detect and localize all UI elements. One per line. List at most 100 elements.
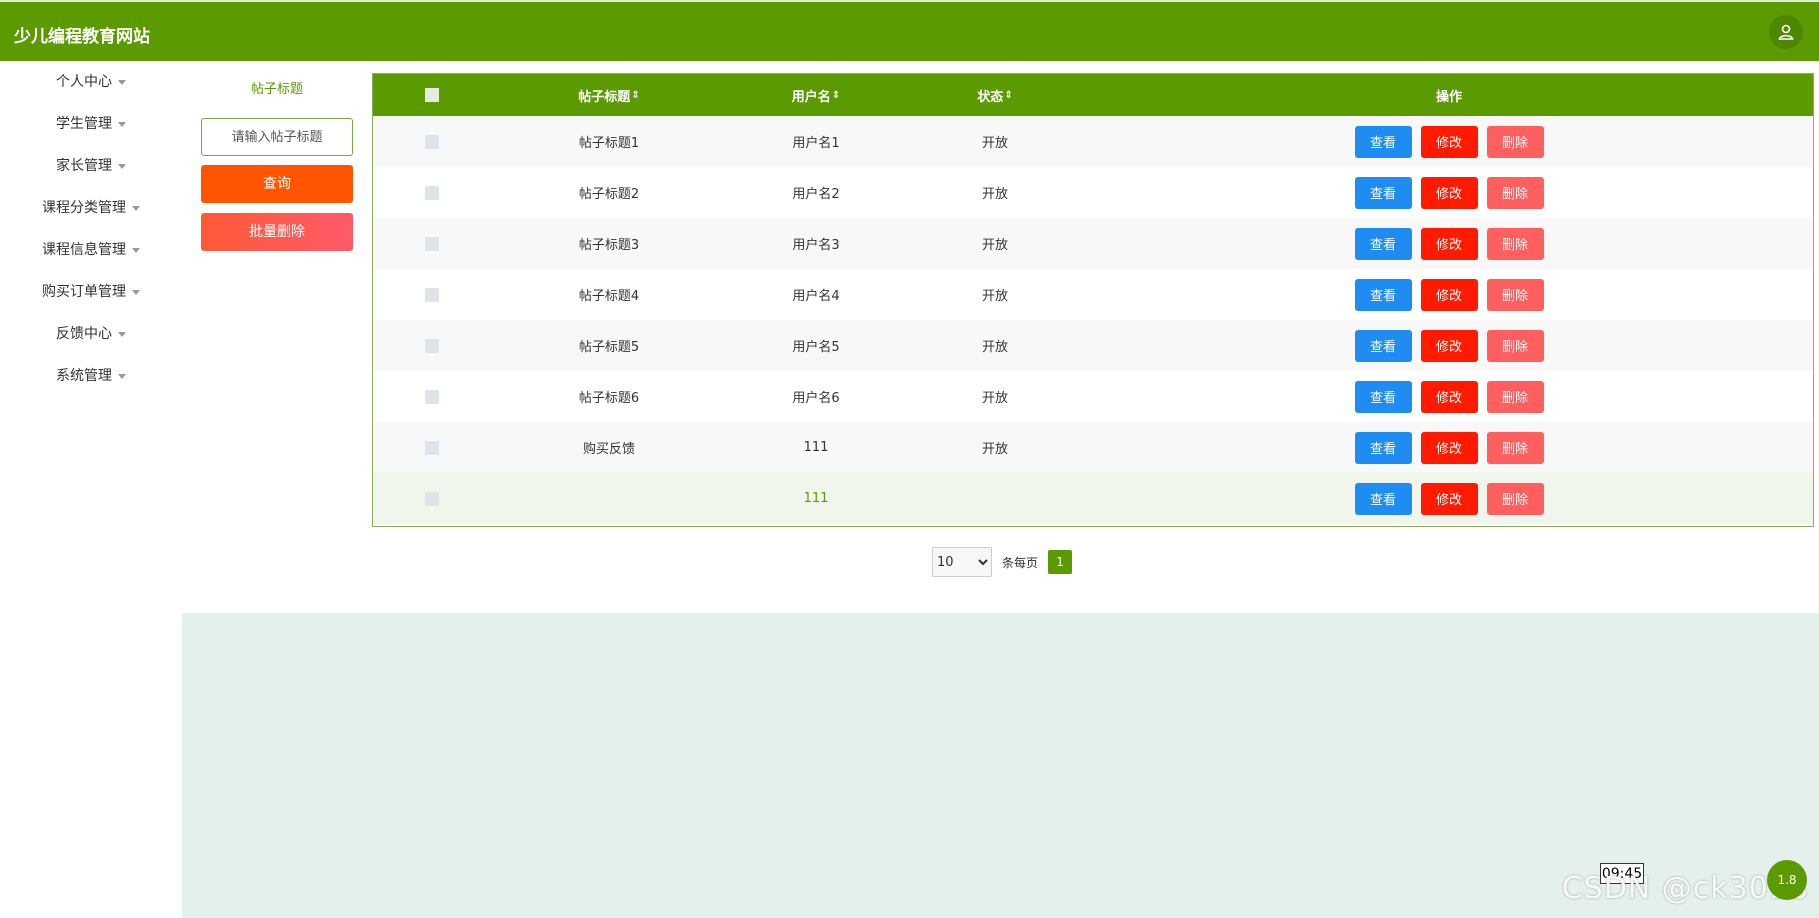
table-row: 帖子标题1 用户名1 开放 查看 修改 删除: [373, 116, 1813, 167]
sidebar-item-course-info[interactable]: 课程信息管理: [0, 229, 182, 271]
view-button[interactable]: 查看: [1354, 227, 1412, 260]
cell-title: 帖子标题2: [578, 187, 640, 202]
cell-username: 用户名1: [792, 136, 840, 151]
sidebar-item-course-category[interactable]: 课程分类管理: [0, 187, 182, 229]
cell-status: 开放: [981, 187, 1008, 202]
row-checkbox[interactable]: [425, 491, 439, 506]
caret-down-icon: [132, 289, 140, 295]
edit-button[interactable]: 修改: [1420, 380, 1478, 413]
cell-status: [905, 473, 1085, 524]
sort-icon: ⇕: [1004, 89, 1013, 101]
delete-button[interactable]: 删除: [1486, 176, 1544, 209]
sidebar-item-personal-center[interactable]: 个人中心: [0, 61, 182, 103]
table-row: 111 查看 修改 删除: [373, 473, 1813, 524]
row-checkbox[interactable]: [425, 440, 439, 455]
user-icon: [1778, 24, 1794, 40]
caret-down-icon: [132, 247, 140, 253]
sidebar-item-parent-management[interactable]: 家长管理: [0, 145, 182, 187]
table-row: 购买反馈 111 开放 查看 修改 删除: [373, 422, 1813, 473]
edit-button[interactable]: 修改: [1420, 176, 1478, 209]
page-1-button[interactable]: 1: [1048, 550, 1073, 574]
caret-down-icon: [118, 331, 126, 337]
caret-down-icon: [132, 205, 140, 211]
cell-username: 111: [803, 491, 829, 506]
view-button[interactable]: 查看: [1354, 431, 1412, 464]
delete-button[interactable]: 删除: [1486, 431, 1544, 464]
delete-button[interactable]: 删除: [1486, 329, 1544, 362]
view-button[interactable]: 查看: [1354, 329, 1412, 362]
query-button[interactable]: 查询: [201, 165, 353, 203]
sidebar-item-system-management[interactable]: 系统管理: [0, 355, 182, 397]
table-row: 帖子标题2 用户名2 开放 查看 修改 删除: [373, 167, 1813, 218]
cell-title: 帖子标题1: [578, 136, 640, 151]
caret-down-icon: [118, 79, 126, 85]
cell-title: 帖子标题3: [578, 238, 640, 253]
sidebar-menu: 个人中心 学生管理 家长管理 课程分类管理 课程信息管理 购买订单管理 反馈中心…: [0, 61, 182, 397]
sidebar-item-purchase-orders[interactable]: 购买订单管理: [0, 271, 182, 313]
filter-label: 帖子标题: [250, 82, 303, 97]
view-button[interactable]: 查看: [1354, 380, 1412, 413]
cell-title: 帖子标题5: [578, 340, 640, 355]
cell-title: 购买反馈: [582, 442, 635, 457]
cell-status: 开放: [981, 136, 1008, 151]
table-row: 帖子标题4 用户名4 开放 查看 修改 删除: [373, 269, 1813, 320]
table-row: 帖子标题3 用户名3 开放 查看 修改 删除: [373, 218, 1813, 269]
row-checkbox[interactable]: [425, 389, 439, 404]
view-button[interactable]: 查看: [1354, 482, 1412, 515]
table-row: 帖子标题5 用户名5 开放 查看 修改 删除: [373, 320, 1813, 371]
delete-button[interactable]: 删除: [1486, 125, 1544, 158]
cell-title: 帖子标题4: [578, 289, 640, 304]
table-header: 帖子标题 ⇕ 用户名 ⇕ 状态 ⇕ 操作: [373, 74, 1813, 116]
edit-button[interactable]: 修改: [1420, 431, 1478, 464]
cell-status: 开放: [981, 289, 1008, 304]
caret-down-icon: [118, 121, 126, 127]
pagination: 10 条每页 1: [932, 547, 1073, 577]
view-button[interactable]: 查看: [1354, 278, 1412, 311]
row-checkbox[interactable]: [425, 338, 439, 353]
column-header-actions: 操作: [1435, 89, 1462, 105]
batch-delete-button[interactable]: 批量删除: [201, 213, 353, 251]
edit-button[interactable]: 修改: [1420, 227, 1478, 260]
caret-down-icon: [118, 373, 126, 379]
delete-button[interactable]: 删除: [1486, 380, 1544, 413]
delete-button[interactable]: 删除: [1486, 278, 1544, 311]
back-to-top-button[interactable]: 1.8: [1767, 860, 1807, 900]
page-size-select[interactable]: 10: [932, 547, 992, 577]
per-page-label: 条每页: [1002, 555, 1039, 570]
cell-username: 用户名2: [792, 187, 840, 202]
post-title-search-input[interactable]: [201, 118, 353, 156]
view-button[interactable]: 查看: [1354, 176, 1412, 209]
column-header-username[interactable]: 用户名 ⇕: [727, 74, 905, 116]
edit-button[interactable]: 修改: [1420, 482, 1478, 515]
cell-username: 用户名6: [792, 391, 840, 406]
edit-button[interactable]: 修改: [1420, 125, 1478, 158]
user-avatar-button[interactable]: [1769, 15, 1803, 49]
cell-username: 用户名5: [792, 340, 840, 355]
cell-status: 开放: [981, 340, 1008, 355]
select-all-checkbox[interactable]: [425, 88, 439, 102]
cell-username: 用户名4: [792, 289, 840, 304]
row-checkbox[interactable]: [425, 236, 439, 251]
cell-username: 111: [803, 440, 829, 455]
posts-table: 帖子标题 ⇕ 用户名 ⇕ 状态 ⇕ 操作 帖子标题1 用户名1 开放 查看 修改 删除…: [372, 73, 1814, 527]
row-checkbox[interactable]: [425, 185, 439, 200]
delete-button[interactable]: 删除: [1486, 482, 1544, 515]
sort-icon: ⇕: [831, 89, 841, 101]
edit-button[interactable]: 修改: [1420, 278, 1478, 311]
view-button[interactable]: 查看: [1354, 125, 1412, 158]
top-navbar: 少儿编程教育网站: [0, 0, 1819, 61]
delete-button[interactable]: 删除: [1486, 227, 1544, 260]
site-title: 少儿编程教育网站: [14, 27, 150, 47]
sidebar-item-student-management[interactable]: 学生管理: [0, 103, 182, 145]
cell-title: 帖子标题6: [578, 391, 640, 406]
row-checkbox[interactable]: [425, 134, 439, 149]
cell-status: 开放: [981, 442, 1008, 457]
cell-status: 开放: [981, 238, 1008, 253]
sidebar-item-feedback-center[interactable]: 反馈中心: [0, 313, 182, 355]
row-checkbox[interactable]: [425, 287, 439, 302]
table-row: 帖子标题6 用户名6 开放 查看 修改 删除: [373, 371, 1813, 422]
column-header-status[interactable]: 状态 ⇕: [905, 74, 1085, 116]
header-select-all: [373, 74, 491, 116]
edit-button[interactable]: 修改: [1420, 329, 1478, 362]
column-header-title[interactable]: 帖子标题 ⇕: [491, 74, 727, 116]
